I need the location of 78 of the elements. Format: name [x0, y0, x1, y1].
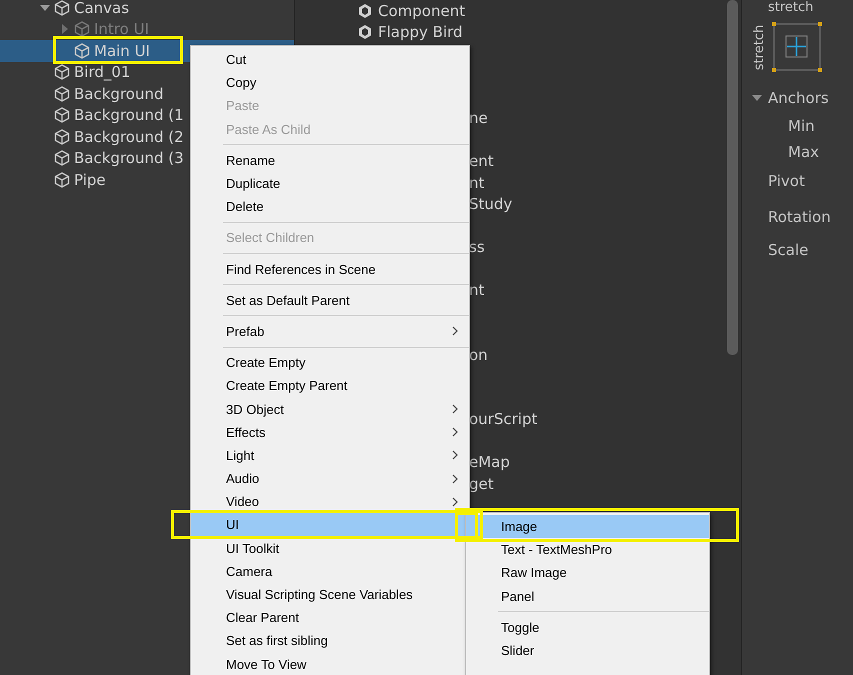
item-label: Background — [74, 84, 164, 103]
asset-label[interactable]: ne — [469, 109, 488, 128]
cube-icon — [54, 64, 70, 80]
chevron-right-icon — [452, 427, 459, 438]
menu-item[interactable]: Duplicate — [191, 172, 469, 196]
asset-label[interactable]: Component — [378, 2, 466, 20]
item-label: Pipe — [74, 170, 106, 189]
item-label: Background (1 — [74, 106, 184, 124]
chevron-right-icon — [452, 496, 459, 507]
unity-logo-icon — [357, 24, 373, 40]
cube-icon — [54, 172, 70, 188]
item-label: Main UI — [94, 42, 150, 60]
menu-item[interactable]: Clear Parent — [191, 606, 469, 630]
unity-logo-icon — [357, 2, 373, 19]
menu-item[interactable]: Panel — [466, 584, 709, 608]
chevron-right-icon — [452, 474, 459, 484]
chevron-right-icon — [452, 404, 459, 414]
anchor-preset-icon[interactable] — [772, 22, 822, 72]
menu-item[interactable]: Light — [191, 444, 469, 467]
item-label: Background (2 — [74, 128, 184, 146]
expanded-triangle-icon[interactable] — [40, 2, 50, 13]
menu-item[interactable]: Visual Scripting Scene Variables — [191, 582, 469, 606]
section-label: Anchors — [768, 89, 829, 107]
asset-label[interactable]: Study — [469, 195, 512, 214]
cube-icon — [54, 128, 70, 145]
asset-label[interactable]: on — [469, 346, 488, 364]
asset-label[interactable]: ourScript — [469, 410, 538, 428]
cube-icon — [74, 42, 90, 59]
asset-label[interactable]: get — [469, 474, 494, 493]
menu-item[interactable]: Copy — [191, 71, 469, 94]
menu-item[interactable]: Set as Default Parent — [191, 288, 469, 312]
menu-item[interactable]: Camera — [191, 560, 469, 583]
asset-label[interactable]: ss — [469, 238, 485, 256]
field-label: Rotation — [768, 208, 831, 226]
asset-label[interactable]: eMap — [469, 453, 510, 472]
menu-item[interactable]: Create Empty Parent — [191, 374, 469, 398]
item-label: Canvas — [74, 0, 130, 17]
menu-item[interactable]: Move To View — [191, 652, 469, 675]
menu-item[interactable]: Effects — [191, 420, 469, 444]
menu-item[interactable]: 3D Object — [191, 397, 469, 421]
cube-icon — [54, 107, 70, 124]
menu-item[interactable]: Raw Image — [466, 561, 709, 585]
scrollbar-thumb[interactable] — [726, 0, 738, 355]
field-label: Min — [788, 117, 815, 135]
menu-item[interactable]: Text - TextMeshPro — [466, 538, 709, 562]
hierarchy-item[interactable]: Canvas — [0, 0, 294, 18]
asset-label[interactable]: Flappy Bird — [378, 23, 463, 42]
preset-label: stretch — [768, 0, 814, 15]
field-label: Max — [788, 143, 820, 161]
menu-item[interactable]: Find References in Scene — [191, 258, 469, 281]
chevron-right-icon — [452, 326, 459, 336]
cube-icon — [54, 150, 70, 166]
menu-item[interactable]: Video — [191, 490, 469, 514]
cube-icon — [54, 0, 70, 16]
menu-item[interactable]: Rename — [191, 148, 469, 172]
chevron-right-icon — [452, 450, 459, 460]
menu-item[interactable]: UI Toolkit — [191, 536, 469, 560]
item-label: Bird_01 — [74, 63, 130, 82]
menu-item[interactable]: Toggle — [466, 616, 709, 639]
menu-item[interactable]: Audio — [191, 467, 469, 490]
field-label: Pivot — [768, 172, 805, 190]
preset-label: stretch — [752, 24, 768, 70]
item-label: Intro UI — [94, 20, 149, 38]
menu-item[interactable]: Slider — [466, 638, 709, 662]
menu-item[interactable]: Delete — [191, 195, 469, 218]
menu-item[interactable]: Set as first sibling — [191, 629, 469, 652]
menu-item[interactable]: Prefab — [191, 320, 469, 344]
cube-icon — [74, 21, 90, 38]
asset-label[interactable]: nt — [469, 174, 484, 192]
asset-label[interactable]: nt — [469, 281, 484, 300]
asset-label[interactable]: ent — [469, 152, 494, 170]
cube-icon — [54, 86, 70, 102]
menu-item[interactable]: Create Empty — [191, 351, 469, 374]
menu-item[interactable]: Image — [466, 515, 709, 538]
expanded-triangle-icon[interactable] — [752, 93, 762, 103]
field-label: Scale — [768, 241, 808, 259]
item-label: Background (3 — [74, 149, 184, 168]
collapsed-triangle-icon[interactable] — [60, 24, 70, 34]
